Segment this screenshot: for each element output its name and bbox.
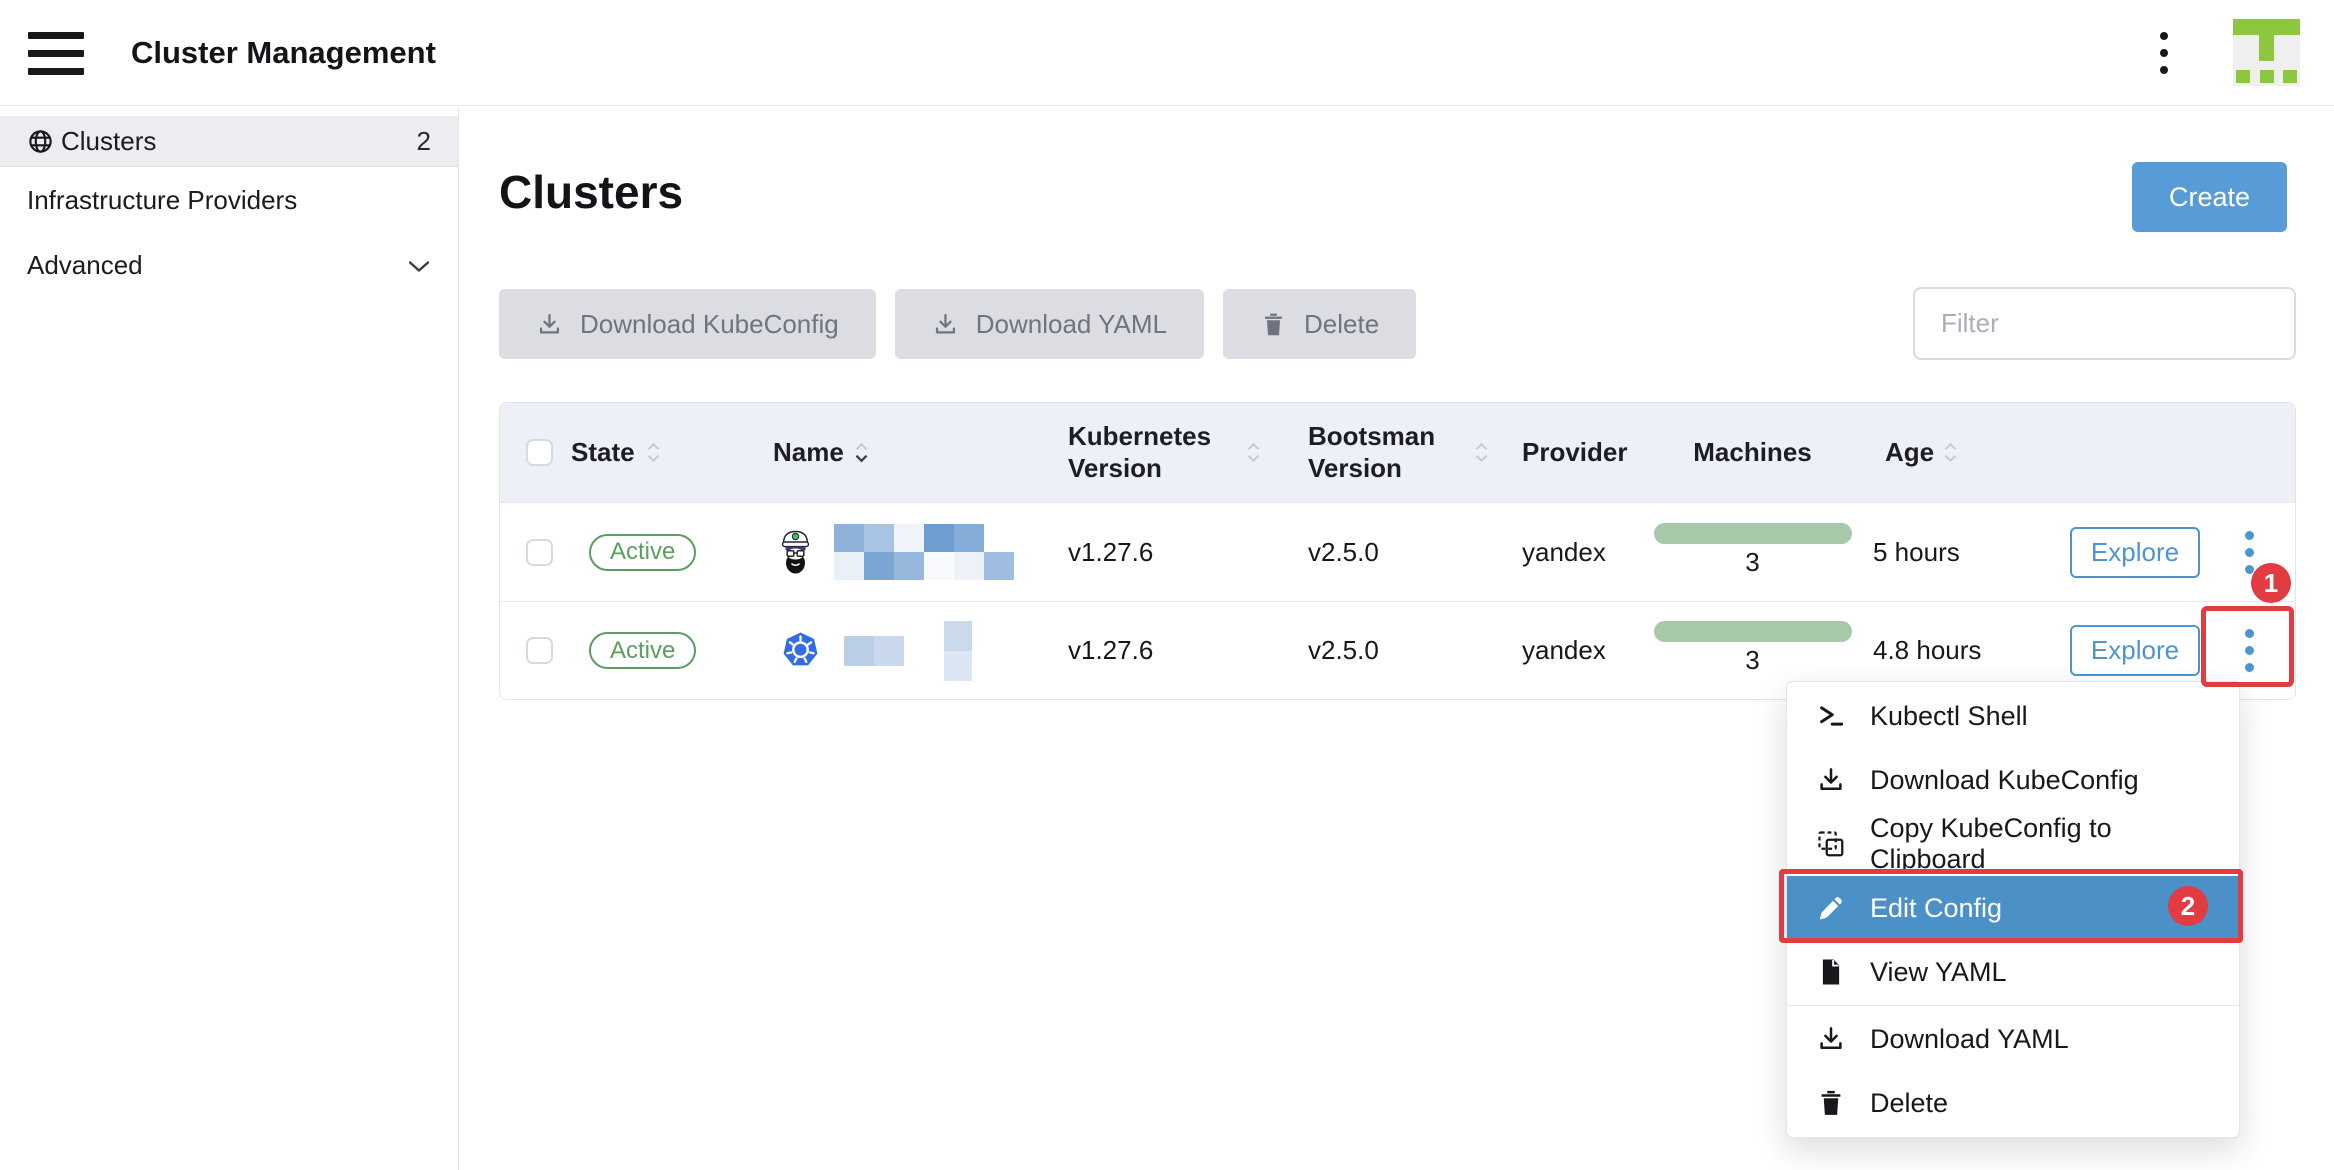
globe-icon	[27, 128, 54, 155]
bulk-actions-toolbar: Download KubeConfig Download YAML Delete	[499, 289, 1416, 359]
kubernetes-version: v1.27.6	[1060, 537, 1295, 568]
kubernetes-version: v1.27.6	[1060, 635, 1295, 666]
column-header-bootsman-version[interactable]: Bootsman Version	[1295, 421, 1515, 483]
machines-count: 3	[1745, 547, 1759, 578]
menu-item-edit-config[interactable]: Edit Config	[1787, 876, 2239, 940]
machines-gauge: 3	[1640, 621, 1865, 676]
explore-button[interactable]: Explore	[2070, 527, 2200, 578]
brand-logo	[2233, 19, 2300, 86]
topbar: Cluster Management	[0, 0, 2334, 106]
column-header-state[interactable]: State	[564, 437, 764, 468]
page-title: Clusters	[499, 165, 683, 219]
redacted-cluster-name	[834, 524, 1014, 580]
sort-icon[interactable]	[854, 442, 869, 463]
machines-bar	[1654, 523, 1852, 544]
trash-icon	[1816, 1088, 1846, 1118]
machines-bar	[1654, 621, 1852, 642]
sidebar-item-label: Clusters	[61, 126, 156, 157]
column-header-name[interactable]: Name	[764, 437, 1060, 468]
clusters-table: State Name Kubernetes Version	[499, 402, 2296, 700]
kubernetes-logo-avatar	[779, 630, 822, 671]
sidebar-item-clusters[interactable]: Clusters 2	[0, 116, 458, 167]
menu-item-download-yaml[interactable]: Download YAML	[1787, 1007, 2239, 1071]
machines-count: 3	[1745, 645, 1759, 676]
terminal-icon	[1816, 701, 1846, 731]
bootsman-version: v2.5.0	[1295, 635, 1515, 666]
sidebar-item-label: Advanced	[27, 250, 143, 281]
redacted-cluster-name	[844, 621, 972, 681]
row-actions-menu: Kubectl Shell Download KubeConfig Copy K…	[1786, 681, 2240, 1138]
status-badge: Active	[589, 632, 696, 669]
explore-button[interactable]: Explore	[2070, 625, 2200, 676]
table-row: Active v1.27	[500, 503, 2295, 601]
provider: yandex	[1515, 537, 1640, 568]
menu-item-kubectl-shell[interactable]: Kubectl Shell	[1787, 684, 2239, 748]
select-all-checkbox[interactable]	[526, 439, 553, 466]
trash-icon	[1260, 311, 1287, 338]
download-yaml-button[interactable]: Download YAML	[895, 289, 1204, 359]
download-icon	[1816, 765, 1846, 795]
chevron-down-icon	[407, 250, 431, 281]
column-header-age[interactable]: Age	[1865, 437, 2065, 468]
delete-button[interactable]: Delete	[1223, 289, 1416, 359]
clusters-count-badge: 2	[417, 126, 431, 157]
age: 5 hours	[1865, 537, 2065, 568]
sort-icon[interactable]	[1474, 442, 1489, 463]
menu-item-download-kubeconfig[interactable]: Download KubeConfig	[1787, 748, 2239, 812]
menu-item-copy-kubeconfig[interactable]: Copy KubeConfig to Clipboard	[1787, 812, 2239, 876]
download-icon	[536, 311, 563, 338]
sidebar-item-infrastructure-providers[interactable]: Infrastructure Providers	[0, 169, 458, 232]
column-header-provider: Provider	[1515, 437, 1640, 468]
sort-icon[interactable]	[1943, 442, 1958, 463]
pencil-icon	[1816, 893, 1846, 923]
download-icon	[932, 311, 959, 338]
menu-item-view-yaml[interactable]: View YAML	[1787, 940, 2239, 1004]
provider: yandex	[1515, 635, 1640, 666]
status-badge: Active	[589, 534, 696, 571]
sidebar: Clusters 2 Infrastructure Providers Adva…	[0, 107, 459, 1170]
create-button[interactable]: Create	[2132, 162, 2287, 232]
app-title: Cluster Management	[131, 35, 436, 71]
menu-divider	[1787, 1005, 2239, 1006]
download-kubeconfig-button[interactable]: Download KubeConfig	[499, 289, 876, 359]
sort-icon[interactable]	[646, 442, 661, 463]
download-icon	[1816, 1024, 1846, 1054]
sidebar-item-advanced[interactable]: Advanced	[0, 234, 458, 297]
column-header-machines: Machines	[1640, 437, 1865, 468]
filter-input[interactable]	[1913, 287, 2296, 360]
cluster-management-screen: Cluster Management Clusters 2 Infrastruc…	[0, 0, 2334, 1170]
table-header-row: State Name Kubernetes Version	[500, 403, 2295, 503]
bootsman-version: v2.5.0	[1295, 537, 1515, 568]
row-kebab-icon[interactable]	[2226, 620, 2272, 682]
hamburger-menu-icon[interactable]	[28, 32, 84, 75]
row-kebab-icon[interactable]	[2226, 521, 2272, 583]
row-checkbox[interactable]	[526, 637, 553, 664]
file-icon	[1816, 957, 1846, 987]
row-checkbox[interactable]	[526, 539, 553, 566]
sidebar-item-label: Infrastructure Providers	[27, 185, 297, 216]
copy-icon	[1816, 829, 1846, 859]
captain-avatar	[779, 529, 812, 575]
sort-icon[interactable]	[1246, 442, 1261, 463]
age: 4.8 hours	[1865, 635, 2065, 666]
machines-gauge: 3	[1640, 523, 1865, 578]
column-header-kubernetes-version[interactable]: Kubernetes Version	[1060, 421, 1295, 483]
menu-item-delete[interactable]: Delete	[1787, 1071, 2239, 1135]
topbar-kebab-icon[interactable]	[2146, 29, 2182, 77]
